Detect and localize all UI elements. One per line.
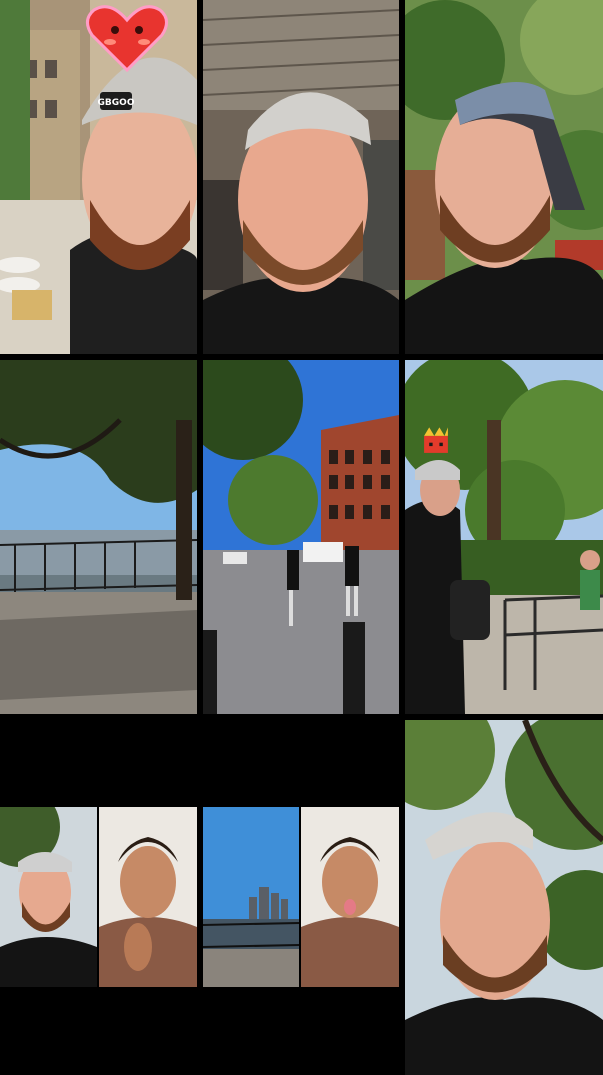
pixel-crown-sticker-icon	[424, 427, 448, 453]
photo-tile-9[interactable]	[405, 720, 603, 1075]
photo-tile-1[interactable]: GBGOO	[0, 0, 197, 354]
photo-tile-4[interactable]	[0, 360, 197, 714]
photo-tile-2[interactable]	[203, 0, 399, 354]
photo-selfie-trees	[405, 720, 603, 1075]
photo-split-2	[203, 807, 399, 987]
photo-park	[405, 360, 603, 714]
photo-tile-6[interactable]	[405, 360, 603, 714]
photo-tile-3[interactable]	[405, 0, 603, 354]
photo-tile-8[interactable]	[203, 807, 399, 987]
cap-logo-text: GBGOO	[98, 98, 135, 108]
photo-selfie-awning	[203, 0, 399, 354]
photo-tile-5[interactable]	[203, 360, 399, 714]
photo-split-1	[0, 807, 197, 987]
photo-street	[203, 360, 399, 714]
heart-face-sticker-icon	[86, 5, 168, 73]
photo-waterfront	[0, 360, 197, 714]
photo-tile-7[interactable]	[0, 807, 197, 987]
photo-selfie-profile	[405, 0, 603, 354]
